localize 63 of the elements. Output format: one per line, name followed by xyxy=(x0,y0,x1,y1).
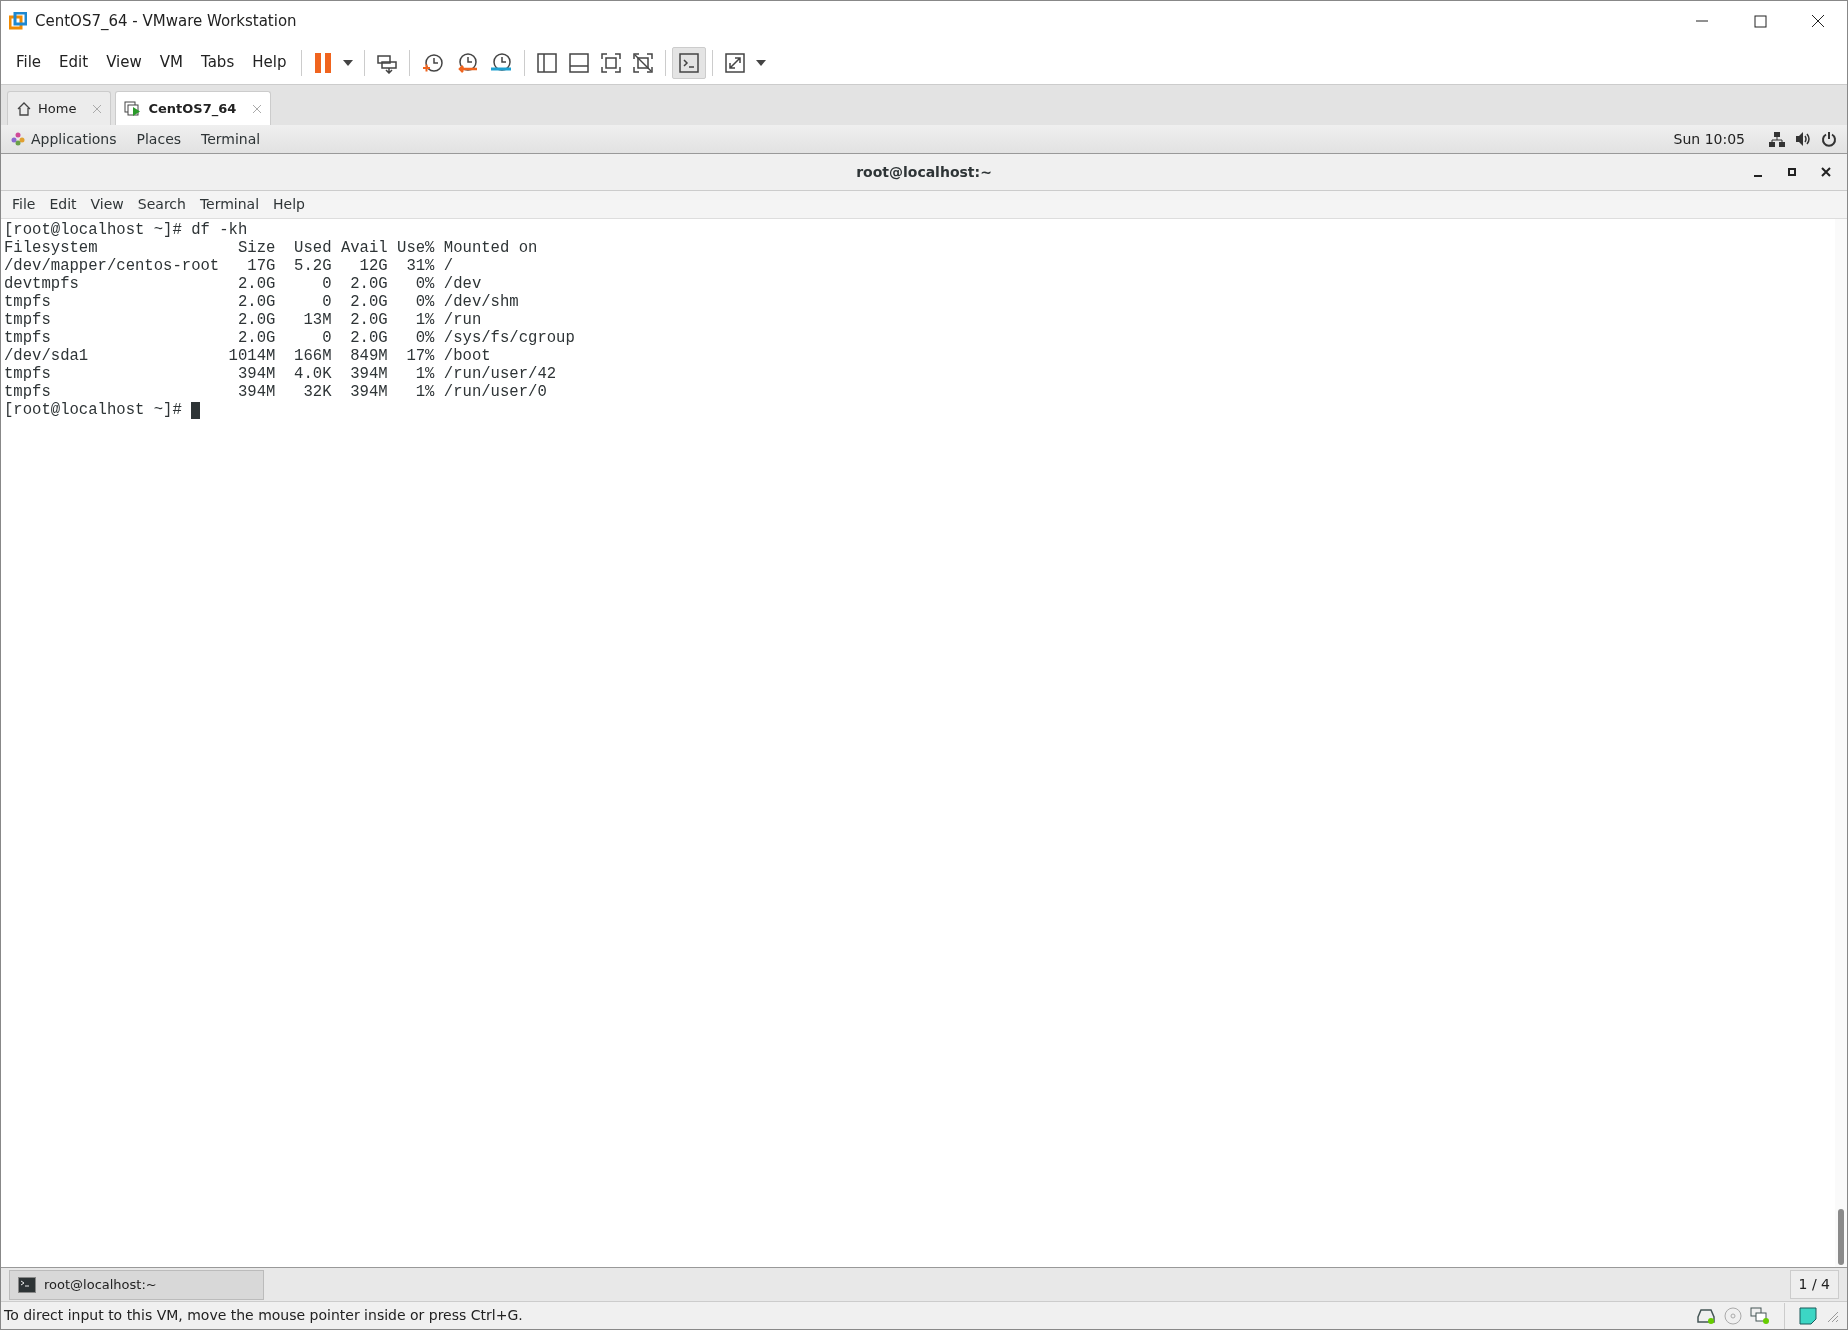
tab[interactable]: CentOS7_64 xyxy=(115,91,272,125)
menu-item[interactable]: Tabs xyxy=(192,47,244,78)
caret-icon xyxy=(756,58,767,67)
menu-item[interactable]: Help xyxy=(266,194,312,215)
window-title: CentOS7_64 - VMware Workstation xyxy=(35,10,297,32)
menu-item[interactable]: File xyxy=(7,47,51,78)
panel-left-icon xyxy=(536,51,559,74)
panel-menu[interactable]: Terminal xyxy=(191,128,271,150)
workspace-pager[interactable]: 1 / 4 xyxy=(1789,1270,1839,1299)
taskbar-label: root@localhost:~ xyxy=(44,1275,157,1294)
menu-item[interactable]: Help xyxy=(243,47,296,78)
terminal-line: tmpfs 2.0G 13M 2.0G 1% /run xyxy=(4,311,482,329)
fullscreen-icon xyxy=(600,51,623,74)
terminal-line: /dev/mapper/centos-root 17G 5.2G 12G 31% / xyxy=(4,257,454,275)
scrollbar[interactable] xyxy=(1835,219,1847,1267)
terminal-icon xyxy=(18,1276,36,1293)
tab[interactable]: Home xyxy=(7,91,112,125)
tab-label: Home xyxy=(38,99,77,118)
panel-bottom-icon xyxy=(568,51,591,74)
menu-item[interactable]: Edit xyxy=(50,47,98,78)
menu-item[interactable]: View xyxy=(83,194,131,215)
close-icon[interactable] xyxy=(1810,13,1826,29)
taskbar-item[interactable]: root@localhost:~ xyxy=(9,1269,264,1300)
terminal-line: Filesystem Size Used Avail Use% Mounted on xyxy=(4,239,538,257)
text-cursor xyxy=(191,401,201,419)
maximize-icon[interactable] xyxy=(1785,165,1799,179)
menu-item[interactable]: Edit xyxy=(42,194,84,215)
panel-menu[interactable]: Applications xyxy=(25,128,127,150)
terminal-title: root@localhost:~ xyxy=(856,162,992,182)
terminal-icon xyxy=(678,51,701,74)
menu-item[interactable]: Search xyxy=(130,194,193,215)
terminal-line: /dev/sda1 1014M 166M 849M 17% /boot xyxy=(4,347,491,365)
pause-icon xyxy=(313,50,334,75)
expand-icon xyxy=(724,51,747,74)
terminal-line: tmpfs 2.0G 0 2.0G 0% /sys/fs/cgroup xyxy=(4,329,575,347)
status-message: To direct input to this VM, move the mouse pointer inside or press Ctrl+G. xyxy=(4,1306,523,1325)
tab-label: CentOS7_64 xyxy=(148,99,237,119)
caret-icon xyxy=(343,58,354,67)
vm-play-icon xyxy=(124,100,143,117)
close-icon[interactable] xyxy=(1819,165,1833,179)
terminal-line: tmpfs 2.0G 0 2.0G 0% /dev/shm xyxy=(4,293,519,311)
home-icon xyxy=(16,100,32,117)
menu-item[interactable]: VM xyxy=(150,47,192,78)
terminal-line: [root@localhost ~]# df -kh xyxy=(4,221,248,239)
crossed-window-icon xyxy=(632,51,655,74)
clock-plus-icon xyxy=(421,51,446,74)
clock[interactable]: Sun 10:05 xyxy=(1673,128,1745,150)
terminal-line: tmpfs 394M 4.0K 394M 1% /run/user/42 xyxy=(4,365,557,383)
network-adapter-icon[interactable] xyxy=(1750,1306,1770,1325)
terminal-line: tmpfs 394M 32K 394M 1% /run/user/0 xyxy=(4,383,547,401)
terminal-line: devtmpfs 2.0G 0 2.0G 0% /dev xyxy=(4,275,482,293)
menu-item[interactable]: View xyxy=(97,47,151,78)
menu-item[interactable]: Terminal xyxy=(192,194,267,215)
panel-menu[interactable]: Places xyxy=(126,128,192,150)
app-logo-icon xyxy=(9,12,27,31)
power-icon[interactable] xyxy=(1821,131,1837,147)
flower-icon xyxy=(11,132,25,146)
network-icon[interactable] xyxy=(1769,131,1785,147)
terminal-line: [root@localhost ~]# xyxy=(4,401,183,419)
terminal-button[interactable] xyxy=(672,46,707,79)
volume-icon[interactable] xyxy=(1795,131,1811,147)
menu-item[interactable]: File xyxy=(5,194,43,215)
note-icon[interactable] xyxy=(1799,1306,1817,1325)
